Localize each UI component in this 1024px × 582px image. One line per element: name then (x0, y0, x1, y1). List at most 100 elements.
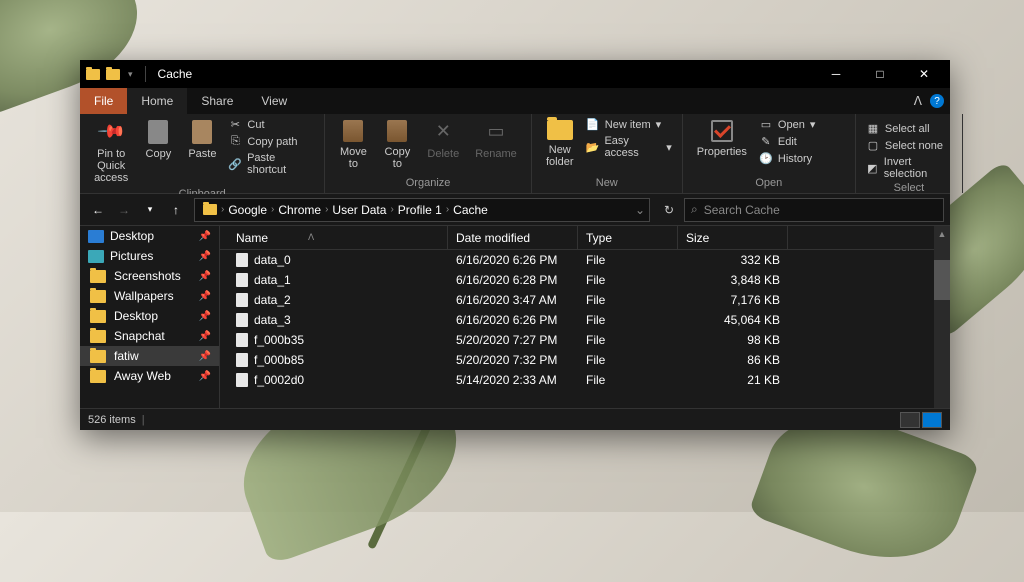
sidebar-item[interactable]: Pictures 📌 (80, 246, 219, 266)
titlebar[interactable]: ▾ Cache ─ □ ✕ (80, 60, 950, 88)
move-to-button[interactable]: Move to (333, 116, 373, 174)
sidebar-item[interactable]: Desktop📌 (80, 306, 219, 326)
breadcrumb-seg[interactable]: Chrome (274, 203, 325, 217)
copy-path-button[interactable]: ⎘Copy path (228, 133, 314, 150)
sidebar-item[interactable]: Screenshots📌 (80, 266, 219, 286)
col-name[interactable]: Nameᐱ (228, 226, 448, 249)
sidebar-item[interactable]: fatiw📌 (80, 346, 219, 366)
open-button[interactable]: ▭Open ▾ (759, 116, 845, 133)
scroll-up-icon[interactable]: ▲ (934, 226, 950, 242)
file-date: 5/20/2020 7:27 PM (448, 333, 578, 347)
file-size: 21 KB (678, 373, 788, 387)
sidebar-item[interactable]: Desktop📌 (80, 226, 219, 246)
rename-button[interactable]: ▭ Rename (469, 116, 523, 164)
properties-button[interactable]: Properties (691, 116, 753, 162)
breadcrumb-seg[interactable]: User Data (328, 203, 390, 217)
table-row[interactable]: data_16/16/2020 6:28 PMFile3,848 KB (220, 270, 950, 290)
history-button[interactable]: 🕑History (759, 150, 845, 167)
copy-to-button[interactable]: Copy to (377, 116, 417, 174)
collapse-ribbon-icon[interactable]: ᐱ (914, 94, 922, 108)
minimize-button[interactable]: ─ (814, 60, 858, 88)
breadcrumb-seg[interactable]: Profile 1 (394, 203, 446, 217)
forward-button[interactable]: → (112, 198, 136, 222)
table-row[interactable]: f_000b855/20/2020 7:32 PMFile86 KB (220, 350, 950, 370)
view-tab[interactable]: View (247, 88, 301, 114)
open-icon: ▭ (759, 118, 773, 131)
copy-button[interactable]: Copy (138, 116, 178, 164)
easy-access-icon: 📂 (586, 141, 600, 154)
refresh-button[interactable]: ↻ (656, 198, 682, 222)
file-date: 5/20/2020 7:32 PM (448, 353, 578, 367)
close-button[interactable]: ✕ (902, 60, 946, 88)
table-row[interactable]: data_36/16/2020 6:26 PMFile45,064 KB (220, 310, 950, 330)
file-icon (236, 293, 248, 307)
sidebar[interactable]: Desktop📌Pictures📌Screenshots📌Wallpapers📌… (80, 226, 220, 408)
maximize-button[interactable]: □ (858, 60, 902, 88)
cut-button[interactable]: ✂Cut (228, 116, 314, 133)
file-icon (236, 253, 248, 267)
recent-dropdown[interactable]: ▾ (138, 198, 162, 222)
rename-icon: ▭ (484, 120, 508, 144)
label: Pin to Quick access (94, 148, 128, 184)
table-row[interactable]: f_000b355/20/2020 7:27 PMFile98 KB (220, 330, 950, 350)
paste-shortcut-button[interactable]: 🔗Paste shortcut (228, 150, 314, 178)
search-box[interactable]: ⌕ Search Cache (684, 198, 944, 222)
sidebar-item[interactable]: Away Web📌 (80, 366, 219, 386)
file-date: 6/16/2020 6:26 PM (448, 313, 578, 327)
move-icon (343, 120, 363, 142)
delete-icon: ✕ (431, 120, 455, 144)
invert-selection-button[interactable]: ◩Invert selection (866, 154, 952, 182)
chevron-down-icon[interactable]: ⌄ (635, 203, 645, 217)
file-name: data_2 (254, 293, 291, 307)
pin-icon: 📌 (199, 251, 211, 262)
pin-quick-access-button[interactable]: 📌 Pin to Quick access (88, 116, 134, 188)
select-none-button[interactable]: ▢Select none (866, 137, 952, 154)
label: Properties (697, 146, 747, 158)
pictures-icon (88, 250, 104, 263)
col-size[interactable]: Size (678, 226, 788, 249)
file-date: 6/16/2020 3:47 AM (448, 293, 578, 307)
paste-button[interactable]: Paste (182, 116, 222, 164)
share-tab[interactable]: Share (187, 88, 247, 114)
table-row[interactable]: data_26/16/2020 3:47 AMFile7,176 KB (220, 290, 950, 310)
menubar: File Home Share View ᐱ ? (80, 88, 950, 114)
table-row[interactable]: f_0002d05/14/2020 2:33 AMFile21 KB (220, 370, 950, 390)
new-item-button[interactable]: 📄New item ▾ (586, 116, 672, 133)
table-row[interactable]: data_06/16/2020 6:26 PMFile332 KB (220, 250, 950, 270)
path-icon: ⎘ (228, 135, 242, 148)
up-button[interactable]: ↑ (164, 198, 188, 222)
edit-icon: ✎ (759, 135, 773, 148)
home-tab[interactable]: Home (127, 88, 187, 114)
breadcrumb-seg[interactable]: Google (224, 203, 271, 217)
scroll-thumb[interactable] (934, 260, 950, 300)
chevron-down-icon[interactable]: ▾ (128, 69, 133, 80)
help-icon[interactable]: ? (930, 94, 944, 108)
sidebar-label: Pictures (110, 249, 153, 263)
sidebar-item[interactable]: Snapchat📌 (80, 326, 219, 346)
breadcrumb-seg[interactable]: Cache (449, 203, 492, 217)
search-placeholder: Search Cache (704, 203, 780, 217)
label: Copy (146, 148, 172, 160)
sidebar-label: Screenshots (114, 269, 181, 283)
new-folder-button[interactable]: New folder (540, 116, 580, 172)
pin-icon: 📌 (199, 231, 211, 242)
file-tab[interactable]: File (80, 88, 127, 114)
copyto-icon (387, 120, 407, 142)
icons-view-button[interactable] (922, 412, 942, 428)
delete-button[interactable]: ✕ Delete (421, 116, 465, 164)
details-view-button[interactable] (900, 412, 920, 428)
easy-access-button[interactable]: 📂Easy access ▾ (586, 133, 672, 161)
back-button[interactable]: ← (86, 198, 110, 222)
sidebar-item[interactable]: Wallpapers📌 (80, 286, 219, 306)
file-icon (236, 373, 248, 387)
select-all-button[interactable]: ▦Select all (866, 120, 952, 137)
scrollbar[interactable]: ▲ (934, 226, 950, 408)
desktop-icon (88, 230, 104, 243)
file-date: 6/16/2020 6:26 PM (448, 253, 578, 267)
col-date[interactable]: Date modified (448, 226, 578, 249)
pin-icon: 📌 (199, 291, 211, 302)
file-rows: data_06/16/2020 6:26 PMFile332 KBdata_16… (220, 250, 950, 408)
edit-button[interactable]: ✎Edit (759, 133, 845, 150)
breadcrumb[interactable]: › Google› Chrome› User Data› Profile 1› … (194, 198, 650, 222)
col-type[interactable]: Type (578, 226, 678, 249)
